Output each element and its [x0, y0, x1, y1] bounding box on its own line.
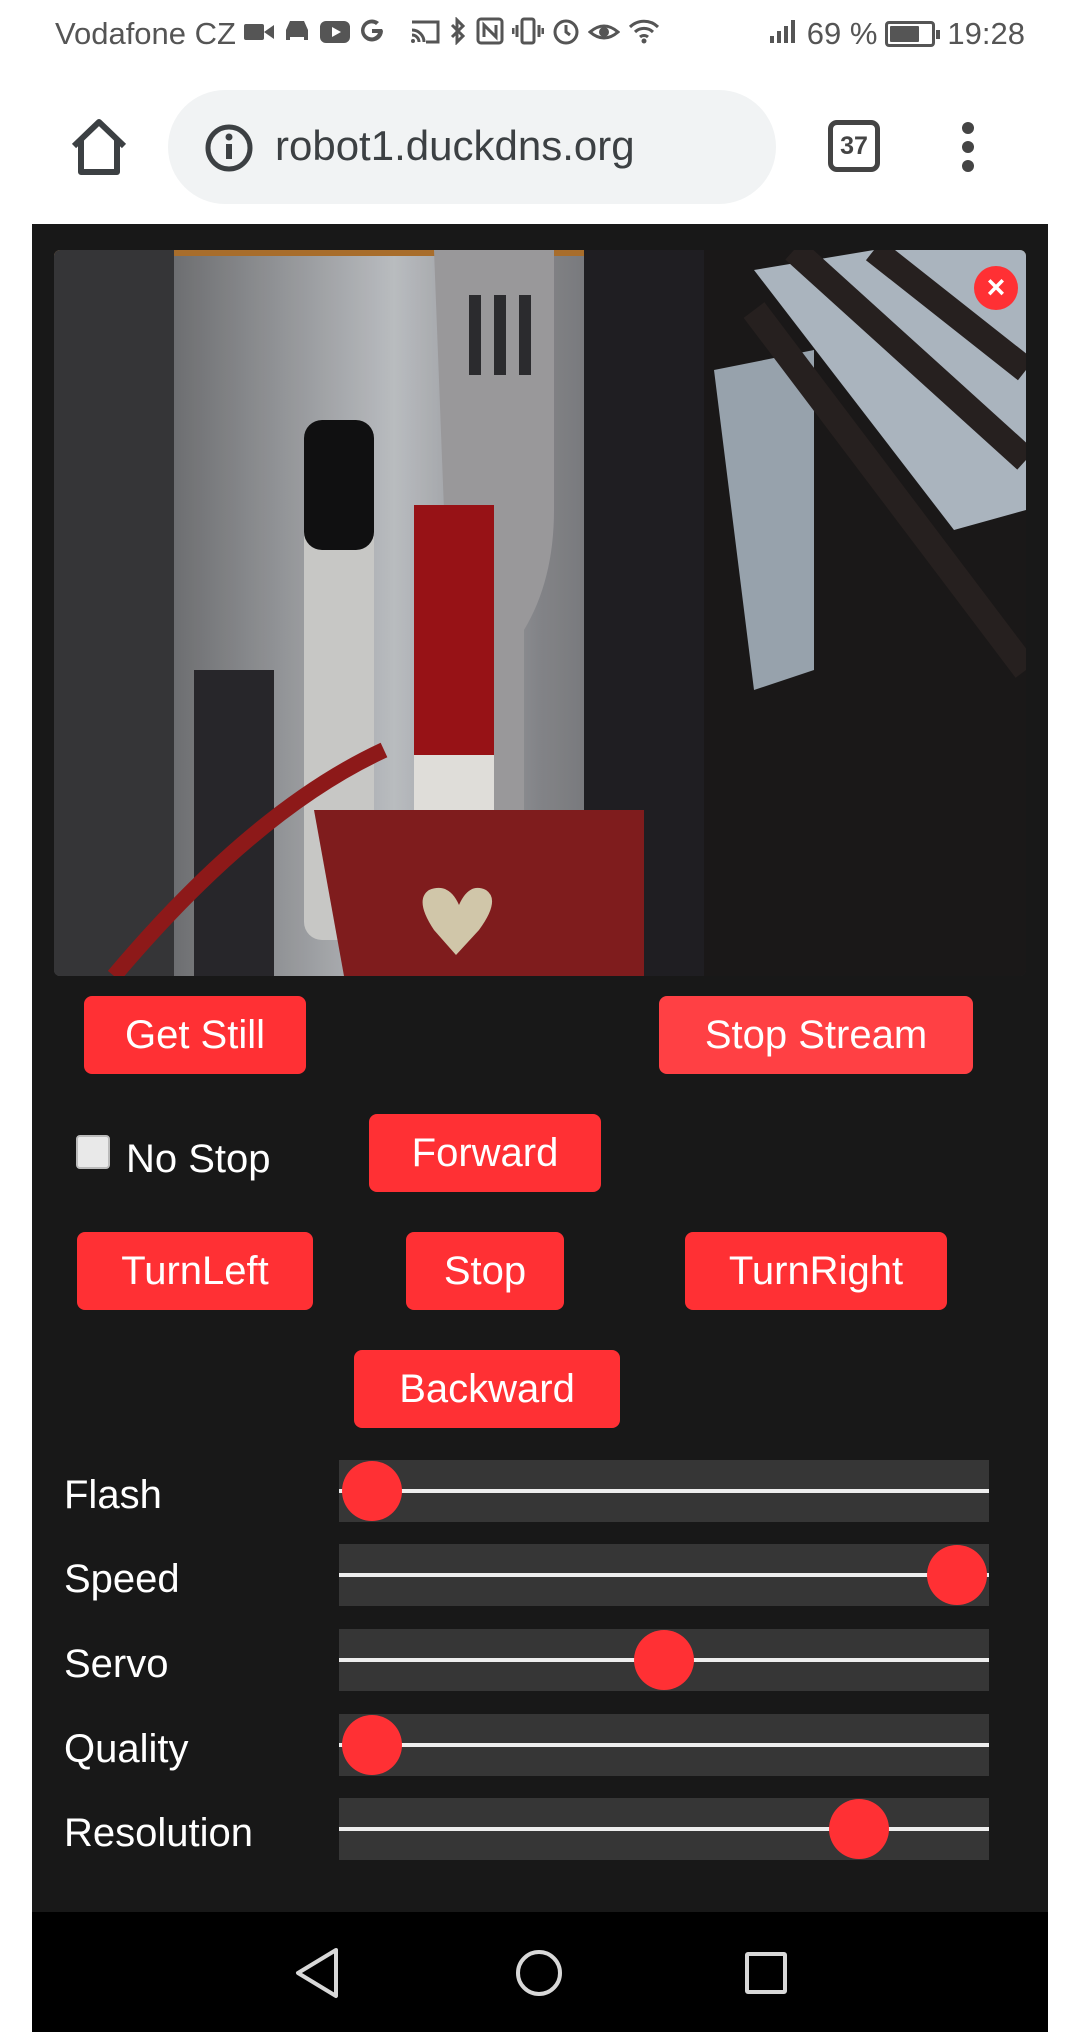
resolution-slider-track — [339, 1827, 989, 1831]
camera-stream-image — [54, 250, 1026, 976]
battery-percent: 69 % — [806, 16, 878, 51]
forward-button[interactable]: Forward — [369, 1114, 601, 1192]
resolution-label: Resolution — [64, 1811, 254, 1855]
speed-slider-thumb[interactable] — [926, 1545, 987, 1605]
status-bar-left: Vodafone CZ — [55, 15, 660, 52]
servo-slider[interactable] — [339, 1629, 989, 1691]
speed-slider-track — [339, 1573, 989, 1577]
quality-slider-thumb[interactable] — [341, 1715, 402, 1775]
eye-comfort-icon — [587, 18, 621, 51]
back-icon[interactable] — [292, 1946, 342, 2000]
cast-icon — [410, 18, 440, 51]
get-still-button[interactable]: Get Still — [84, 996, 306, 1074]
battery-icon — [885, 21, 941, 47]
robot-control-page: × Get Still Stop Stream No Stop Forward … — [32, 224, 1048, 1912]
battery-level — [890, 26, 920, 42]
no-stop-label: No Stop — [126, 1136, 271, 1181]
resolution-slider[interactable] — [339, 1798, 989, 1860]
quality-slider-track — [339, 1743, 989, 1747]
no-stop-checkbox[interactable] — [76, 1135, 110, 1169]
stop-button[interactable]: Stop — [406, 1232, 564, 1310]
close-stream-button[interactable]: × — [974, 266, 1018, 310]
youtube-icon — [319, 19, 350, 50]
servo-label: Servo — [64, 1642, 169, 1686]
stop-stream-button[interactable]: Stop Stream — [659, 996, 973, 1074]
flash-slider-thumb[interactable] — [341, 1461, 402, 1521]
quality-label: Quality — [64, 1727, 189, 1771]
car-icon — [282, 18, 312, 51]
address-bar[interactable]: robot1.duckdns.org — [168, 90, 776, 204]
google-icon — [358, 17, 386, 52]
clock: 19:28 — [947, 16, 1025, 51]
servo-slider-thumb[interactable] — [634, 1630, 694, 1690]
quality-slider[interactable] — [339, 1714, 989, 1776]
status-bar: Vodafone CZ 69 % 19:28 — [0, 0, 1080, 72]
carrier-name: Vodafone CZ — [55, 16, 236, 51]
resolution-slider-thumb[interactable] — [829, 1799, 889, 1859]
url-text[interactable]: robot1.duckdns.org — [275, 122, 635, 170]
home-circle-icon[interactable] — [516, 1950, 562, 1996]
wifi-icon — [628, 18, 660, 51]
system-navigation-bar — [32, 1912, 1048, 2032]
tab-switcher-button[interactable]: 37 — [828, 120, 880, 172]
turn-right-button[interactable]: TurnRight — [685, 1232, 947, 1310]
status-bar-right: 69 % 19:28 — [769, 16, 1025, 52]
alarm-icon — [552, 17, 580, 52]
recent-apps-icon[interactable] — [745, 1952, 787, 1994]
vibrate-icon — [511, 17, 545, 52]
no-stop-option[interactable]: No Stop — [76, 1134, 271, 1184]
browser-toolbar: robot1.duckdns.org 37 — [0, 72, 1080, 222]
video-camera-icon — [243, 19, 274, 50]
home-icon[interactable] — [66, 114, 132, 180]
flash-slider-track — [339, 1489, 989, 1493]
bluetooth-icon — [448, 15, 468, 52]
speed-label: Speed — [64, 1557, 180, 1601]
flash-slider[interactable] — [339, 1460, 989, 1522]
more-options-icon[interactable] — [958, 122, 978, 172]
turn-left-button[interactable]: TurnLeft — [77, 1232, 313, 1310]
speed-slider[interactable] — [339, 1544, 989, 1606]
signal-icon — [769, 18, 799, 51]
nfc-icon — [476, 17, 504, 52]
flash-label: Flash — [64, 1473, 162, 1517]
backward-button[interactable]: Backward — [354, 1350, 620, 1428]
info-icon[interactable] — [204, 123, 254, 173]
